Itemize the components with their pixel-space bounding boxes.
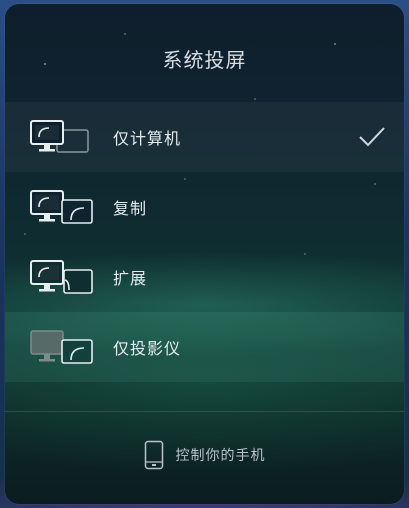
phone-icon: [144, 440, 163, 470]
option-duplicate[interactable]: 复制: [5, 172, 404, 242]
duplicate-icon: [30, 190, 93, 224]
extend-icon: [30, 260, 93, 294]
projection-mode-list: 仅计算机 复制 扩展 仅投影仪: [5, 102, 404, 382]
option-extend[interactable]: 扩展: [5, 242, 404, 312]
control-phone-link[interactable]: 控制你的手机: [5, 440, 404, 470]
checkmark-icon: [359, 127, 385, 147]
pc-only-icon: [30, 120, 89, 153]
projector-only-icon: [30, 330, 93, 364]
option-projector-only[interactable]: 仅投影仪: [5, 312, 404, 382]
projection-panel: 系统投屏 仅计算机 复制 扩展 仅投影仪 控制你的手机: [5, 4, 404, 504]
option-label: 扩展: [113, 269, 148, 288]
option-label: 仅计算机: [113, 129, 182, 148]
option-label: 仅投影仪: [113, 339, 182, 358]
option-pc-only[interactable]: 仅计算机: [5, 102, 404, 172]
control-phone-label: 控制你的手机: [175, 448, 266, 464]
panel-title: 系统投屏: [162, 48, 247, 72]
footer-divider: [5, 411, 404, 412]
option-label: 复制: [113, 199, 148, 218]
